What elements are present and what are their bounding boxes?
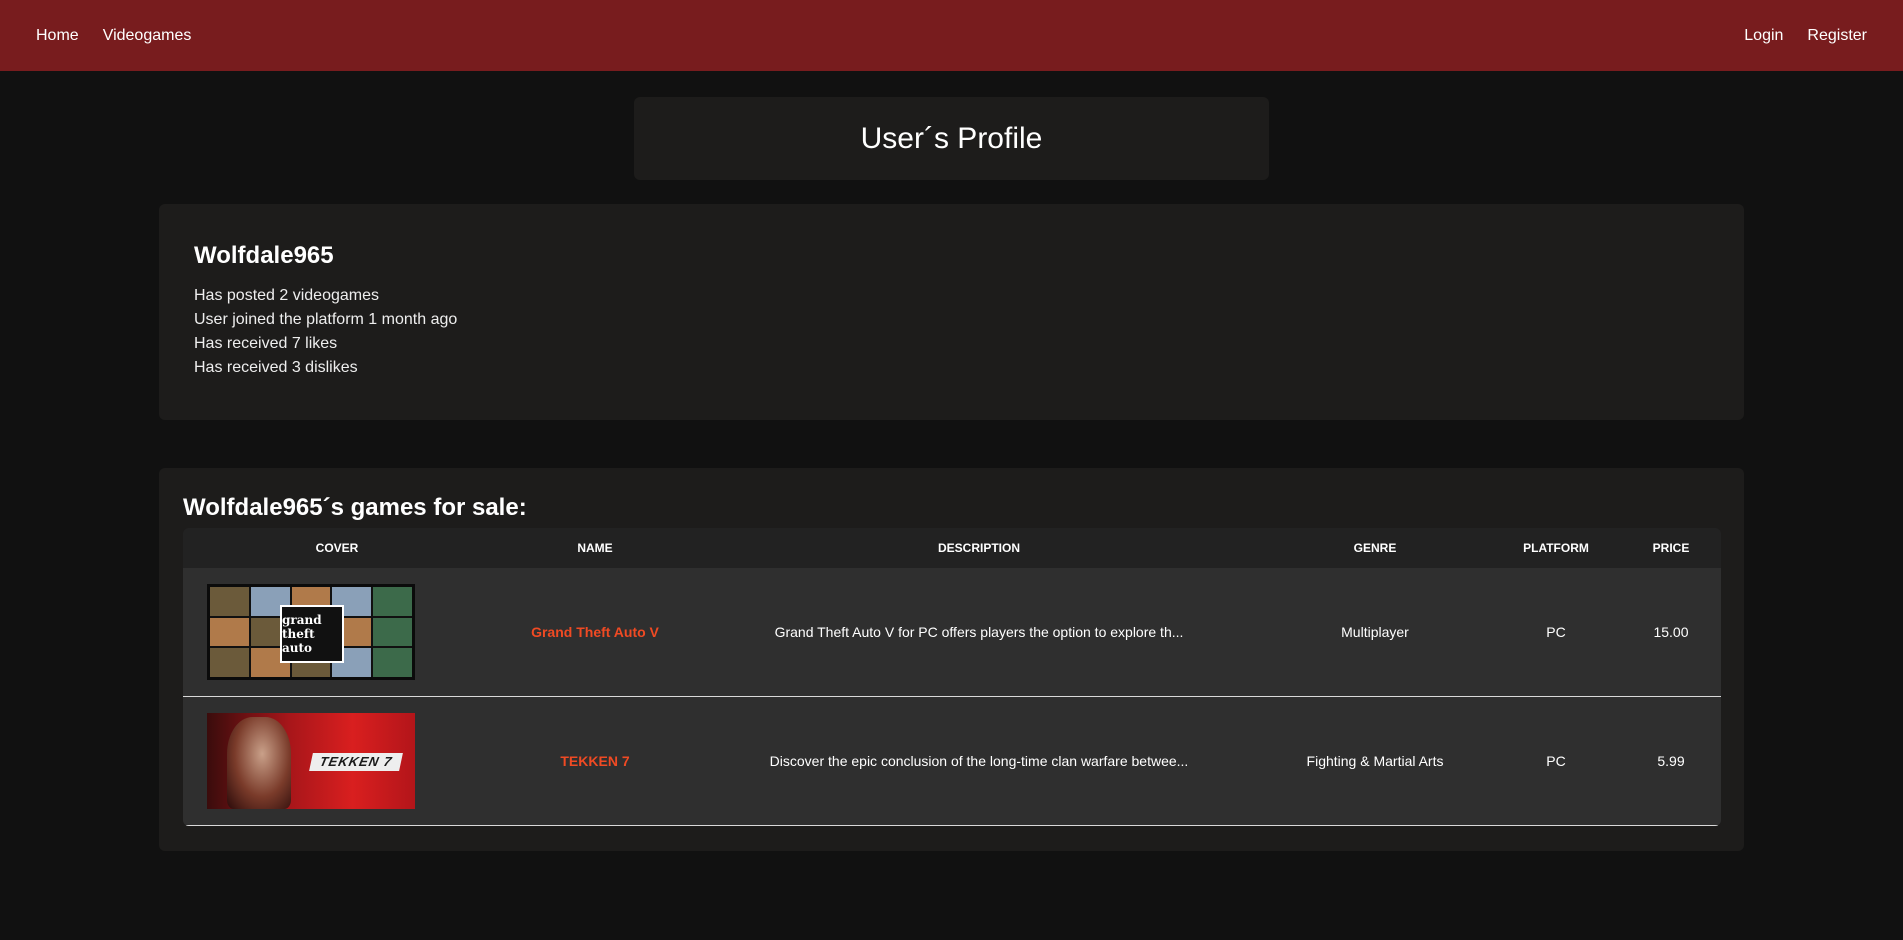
platform-cell: PC [1546,753,1566,769]
column-header-platform: PLATFORM [1523,541,1589,555]
top-navbar: Home Videogames Login Register [0,0,1903,71]
nav-left: Home Videogames [36,27,191,45]
games-table: COVER NAME DESCRIPTION GENRE PLATFORM PR… [183,528,1721,826]
nav-right: Login Register [1744,27,1867,45]
nav-register-link[interactable]: Register [1807,27,1867,45]
genre-cell: Fighting & Martial Arts [1306,753,1444,769]
game-name-link[interactable]: Grand Theft Auto V [531,624,659,640]
stat-likes: Has received 7 likes [194,335,338,352]
page-title: User´s Profile [860,121,1043,155]
column-header-genre: GENRE [1353,541,1397,555]
games-for-sale-card: Wolfdale965´s games for sale: COVER NAME… [159,468,1744,851]
price-cell: 15.00 [1653,624,1689,640]
games-section-title: Wolfdale965´s games for sale: [183,494,527,521]
cover-cell: TEKKEN 7 [183,713,491,809]
fighter-face-graphic [227,717,291,809]
platform-cell: PC [1546,624,1566,640]
profile-card: Wolfdale965 Has posted 2 videogames User… [159,204,1744,420]
game-name-link[interactable]: TEKKEN 7 [560,753,629,769]
genre-cell: Multiplayer [1341,624,1409,640]
description-cell: Grand Theft Auto V for PC offers players… [774,624,1184,640]
column-header-price: PRICE [1652,541,1690,555]
nav-videogames-link[interactable]: Videogames [103,27,192,45]
page-title-card: User´s Profile [634,97,1269,180]
tekken-cover-image[interactable]: TEKKEN 7 [207,713,415,809]
nav-login-link[interactable]: Login [1744,27,1783,45]
column-header-description: DESCRIPTION [937,541,1020,555]
nav-home-link[interactable]: Home [36,27,79,45]
tekken-logo: TEKKEN 7 [309,753,403,771]
description-cell: Discover the epic conclusion of the long… [769,753,1189,769]
name-cell: Grand Theft Auto V [491,624,699,640]
column-header-name: NAME [577,541,613,555]
cover-cell: grand theft auto [183,584,491,680]
stat-dislikes: Has received 3 dislikes [194,359,358,376]
gta-logo: grand theft auto [280,605,344,663]
name-cell: TEKKEN 7 [491,753,699,769]
stat-posted: Has posted 2 videogames [194,287,379,304]
table-row: TEKKEN 7 TEKKEN 7 Discover the epic conc… [183,697,1721,826]
price-cell: 5.99 [1657,753,1685,769]
stat-joined: User joined the platform 1 month ago [194,311,458,328]
table-header: COVER NAME DESCRIPTION GENRE PLATFORM PR… [183,528,1721,568]
table-row: grand theft auto Grand Theft Auto V Gran… [183,568,1721,697]
column-header-cover: COVER [315,541,359,555]
profile-username: Wolfdale965 [194,242,334,269]
gta-cover-image[interactable]: grand theft auto [207,584,415,680]
